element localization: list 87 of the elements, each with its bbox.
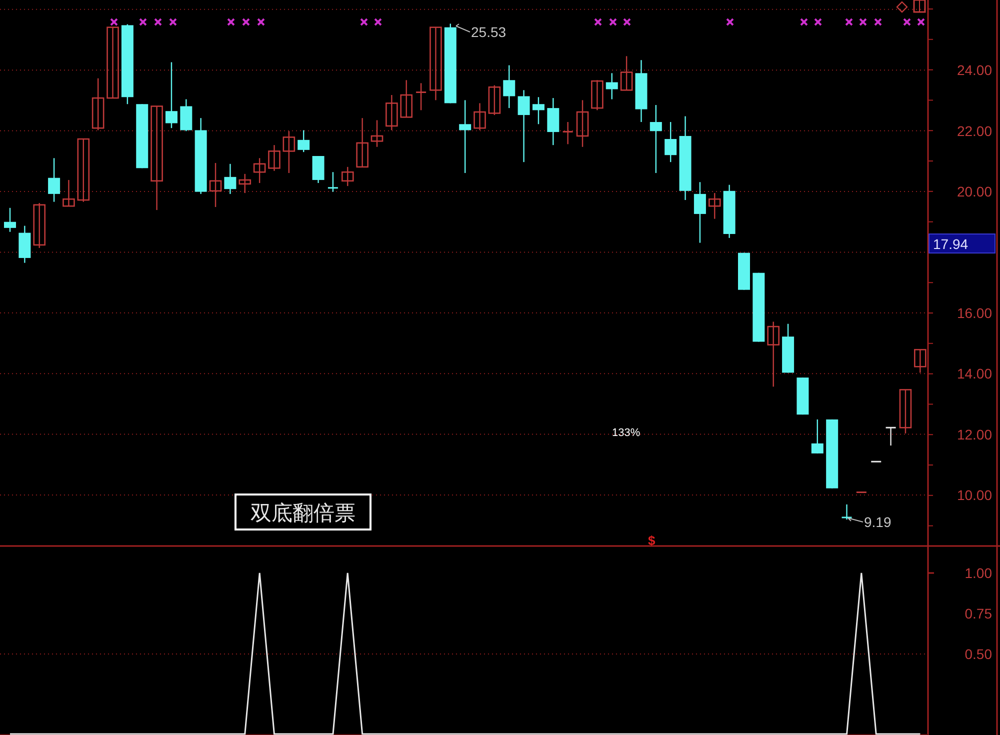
axis-label: 16.00 [956, 304, 992, 321]
candlestick [370, 120, 384, 148]
cross-mark-icon [154, 18, 162, 26]
candlestick [341, 166, 354, 187]
axis-label: 14.00 [956, 366, 992, 382]
percent-label: 133% [612, 427, 640, 439]
cross-mark-icon [726, 18, 734, 26]
candlestick [209, 162, 222, 208]
candlestick [400, 80, 413, 118]
cross-mark-icon [814, 18, 822, 26]
cross-mark-icon [859, 18, 867, 26]
candlestick [312, 155, 324, 184]
cross-mark-icon [845, 18, 853, 26]
candlestick [914, 348, 926, 374]
cross-mark-icon [903, 18, 911, 26]
axis-label: 0.75 [964, 606, 992, 622]
axis-label: 1.00 [964, 565, 992, 581]
candlestick [885, 426, 897, 446]
candlestick [664, 121, 677, 163]
candlestick [282, 130, 296, 174]
candlestick [811, 418, 824, 454]
candlestick [518, 90, 530, 163]
cross-mark-icon [360, 18, 368, 26]
candlestick [253, 158, 266, 184]
cross-mark-icon [110, 18, 118, 26]
candlestick [33, 202, 46, 249]
current-price-tag: 17.94 [928, 234, 996, 254]
candlestick [606, 72, 618, 100]
candlestick [150, 106, 163, 211]
candlestick [92, 78, 104, 131]
candlestick [386, 94, 398, 131]
candlestick [268, 144, 280, 172]
candlestick [459, 100, 472, 174]
cross-mark-icon [609, 18, 617, 26]
cross-mark-icon [169, 18, 177, 26]
candlestick [503, 64, 516, 109]
candlestick [488, 84, 501, 116]
cross-mark-icon [242, 18, 250, 26]
cross-mark-icon [257, 18, 265, 26]
candlestick [841, 504, 853, 520]
candlestick [77, 138, 90, 202]
candlestick [547, 97, 560, 146]
axis-label: 0.50 [964, 646, 992, 662]
candlestick [650, 104, 662, 174]
cross-mark-icon [800, 18, 808, 26]
axis-label: 24.00 [956, 62, 992, 78]
candlestick [180, 98, 192, 132]
indicator-title-box: 双底翻倍票 [234, 494, 372, 530]
candlestick [620, 56, 633, 91]
candlestick [694, 182, 706, 244]
candlestick [562, 121, 574, 145]
pointer-line [456, 24, 470, 32]
candlestick [708, 192, 721, 220]
low-price-label: 9.19 [864, 514, 892, 530]
candlestick [474, 102, 486, 131]
cross-mark-icon [874, 18, 882, 26]
high-price-label: 25.53 [471, 24, 506, 40]
candlestick [4, 207, 16, 232]
candlestick [576, 100, 589, 148]
candlestick [62, 179, 75, 207]
candlestick [238, 173, 252, 194]
candlestick [327, 171, 339, 192]
candlestick [415, 82, 427, 111]
candlestick [430, 26, 442, 101]
candlestick [899, 389, 912, 434]
candlestick [532, 96, 544, 125]
cross-mark-icon [917, 18, 925, 26]
candlestick [48, 158, 60, 202]
axis-label: 12.00 [956, 426, 992, 442]
candlestick [224, 163, 236, 195]
cross-mark-icon [227, 18, 235, 26]
candlestick [767, 321, 780, 388]
cross-mark-icon [623, 18, 631, 26]
axis-label: 20.00 [956, 184, 992, 200]
axis-label: 10.00 [956, 487, 992, 503]
candlestick [298, 130, 310, 153]
candlestick [106, 26, 119, 99]
candlestick [165, 62, 178, 129]
cross-mark-icon [374, 18, 382, 26]
diamond-icon [896, 1, 908, 13]
candlestick [356, 117, 368, 168]
cross-mark-icon [139, 18, 147, 26]
candlestick [591, 80, 604, 111]
axis-label: 22.00 [956, 122, 992, 139]
cross-mark-icon [594, 18, 602, 26]
signal-marker: $ [648, 533, 656, 548]
pointer-line [848, 518, 864, 522]
